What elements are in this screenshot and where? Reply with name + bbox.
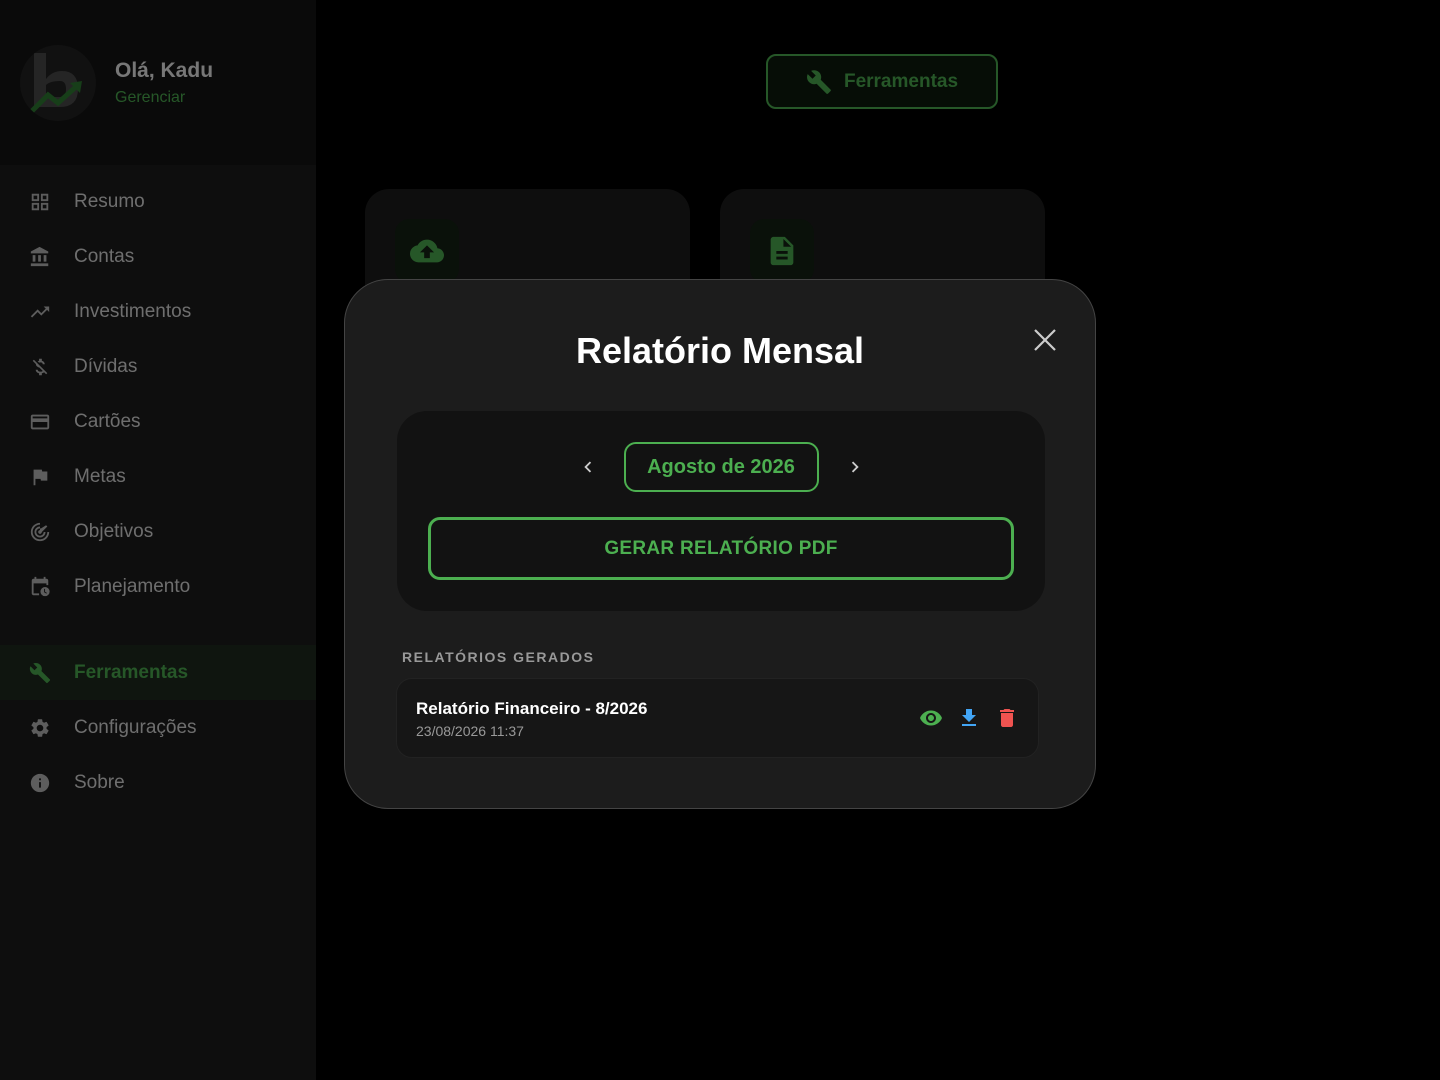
delete-report-button[interactable] — [994, 705, 1020, 731]
previous-month-button[interactable] — [568, 442, 608, 492]
download-icon — [962, 709, 976, 726]
month-chip[interactable]: Agosto de 2026 — [623, 442, 819, 492]
report-list-item: Relatório Financeiro - 8/2026 23/08/2026… — [396, 678, 1039, 758]
chevron-right-icon — [851, 461, 859, 473]
next-month-button[interactable] — [835, 442, 875, 492]
report-date: 23/08/2026 11:37 — [416, 723, 524, 739]
view-report-button[interactable] — [918, 705, 944, 731]
report-title: Relatório Financeiro - 8/2026 — [416, 699, 648, 718]
report-actions — [906, 705, 1020, 731]
chevron-left-icon — [583, 461, 591, 473]
trash-icon — [1000, 709, 1014, 727]
download-report-button[interactable] — [956, 705, 982, 731]
monthly-report-modal: Relatório Mensal Agosto de 2026 GERAR RE… — [344, 279, 1096, 809]
generated-reports-heading: RELATÓRIOS GERADOS — [402, 649, 595, 665]
generate-pdf-button[interactable]: GERAR RELATÓRIO PDF — [428, 517, 1014, 580]
close-icon — [1034, 329, 1056, 351]
eye-icon — [920, 710, 942, 726]
modal-title: Relatório Mensal — [575, 330, 865, 371]
month-selector: Agosto de 2026 — [397, 442, 1045, 492]
generate-panel: Agosto de 2026 GERAR RELATÓRIO PDF — [397, 411, 1045, 611]
close-button[interactable] — [1031, 326, 1059, 354]
